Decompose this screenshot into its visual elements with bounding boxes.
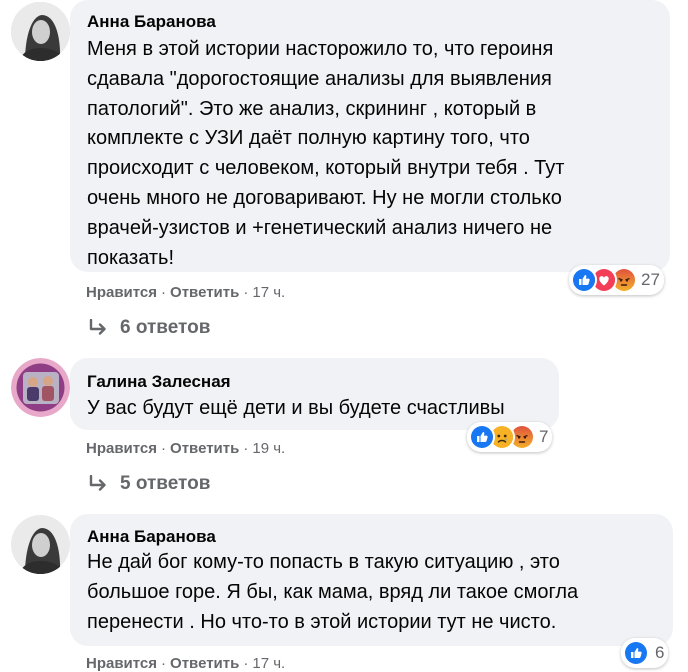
reactions-summary[interactable]: 27 [569, 265, 664, 295]
replies-count: 6 ответов [120, 317, 211, 338]
comment-author[interactable]: Анна Баранова [87, 12, 216, 32]
like-button[interactable]: Нравится [86, 655, 157, 672]
separator: · [243, 655, 249, 672]
reply-button[interactable]: Ответить [170, 284, 239, 301]
reaction-count: 6 [655, 643, 665, 662]
timestamp[interactable]: 19 ч. [252, 440, 285, 457]
comment-text: У вас будут ещё дети и вы будете счастли… [87, 397, 505, 419]
reply-arrow-icon [89, 475, 106, 491]
comment-bubble: Галина Залесная У вас будут ещё дети и в… [70, 358, 559, 430]
timestamp[interactable]: 17 ч. [252, 284, 285, 301]
comment-author[interactable]: Анна Баранова [87, 527, 216, 547]
avatar[interactable] [11, 2, 70, 61]
reaction-count: 7 [539, 427, 549, 446]
reactions-summary[interactable]: 6 [621, 638, 669, 668]
reply-arrow-icon [89, 319, 106, 335]
view-replies-button[interactable]: 5 ответов [88, 473, 210, 495]
separator: · [161, 440, 167, 457]
comment-actions: Нравится · Ответить · 19 ч. [86, 440, 285, 457]
like-button[interactable]: Нравится [86, 284, 157, 301]
separator: · [243, 440, 249, 457]
like-icon [623, 640, 649, 666]
comment-author[interactable]: Галина Залесная [87, 372, 231, 392]
separator: · [161, 655, 167, 672]
view-replies-button[interactable]: 6 ответов [88, 317, 210, 339]
separator: · [243, 284, 249, 301]
comment-bubble: Анна Баранова Меня в этой истории настор… [70, 0, 670, 272]
reaction-count: 27 [641, 270, 660, 289]
avatar[interactable] [11, 358, 70, 417]
comment-actions: Нравится · Ответить · 17 ч. [86, 655, 285, 672]
like-icon [469, 424, 495, 450]
comment-bubble: Анна Баранова Не дай бог кому-то попасть… [70, 514, 673, 646]
like-icon [571, 267, 597, 293]
avatar[interactable] [11, 515, 70, 574]
comment-text: Не дай бог кому-то попасть в такую ситуа… [87, 551, 579, 633]
reply-button[interactable]: Ответить [170, 440, 239, 457]
comment-text: Меня в этой истории насторожило то, что … [87, 38, 565, 269]
comment-actions: Нравится · Ответить · 17 ч. [86, 284, 285, 301]
reply-button[interactable]: Ответить [170, 655, 239, 672]
replies-count: 5 ответов [120, 473, 211, 494]
reactions-summary[interactable]: 7 [467, 422, 553, 452]
like-button[interactable]: Нравится [86, 440, 157, 457]
timestamp[interactable]: 17 ч. [252, 655, 285, 672]
separator: · [161, 284, 167, 301]
